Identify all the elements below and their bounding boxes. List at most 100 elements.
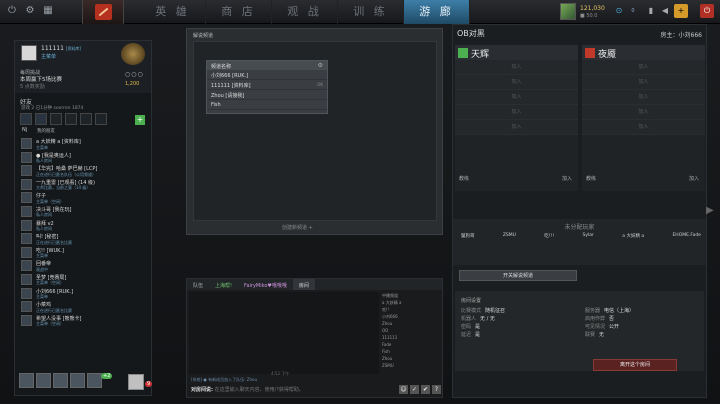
- chat-messages: [189, 292, 379, 374]
- avatar: [21, 233, 32, 245]
- player-name[interactable]: ZSMU: [503, 233, 516, 239]
- member-name[interactable]: 小刘666: [382, 313, 440, 320]
- avatar[interactable]: [19, 373, 34, 388]
- member-name[interactable]: a 大妖精 a: [382, 299, 440, 306]
- favorite-slot[interactable]: [65, 113, 77, 125]
- join-slot[interactable]: 加入: [455, 105, 578, 120]
- tab-arcade[interactable]: 游 廊: [404, 0, 470, 24]
- avatar[interactable]: [53, 373, 68, 388]
- tab-watch[interactable]: 观 战: [272, 0, 338, 24]
- plus-icon[interactable]: +: [674, 4, 688, 18]
- favorite-slot[interactable]: [80, 113, 92, 125]
- notification-icon[interactable]: ⊙: [612, 4, 626, 18]
- channel-row[interactable]: Fish: [207, 100, 327, 110]
- avatar[interactable]: [128, 374, 144, 390]
- help-icon[interactable]: ?: [432, 385, 441, 394]
- gear-icon[interactable]: ⚙: [24, 5, 36, 17]
- join-slot[interactable]: 加入: [582, 120, 705, 135]
- gold-count: 1,200: [125, 81, 140, 87]
- coach-join-button[interactable]: 加入: [689, 175, 699, 182]
- channel-row[interactable]: Zhou [请接我]: [207, 90, 327, 100]
- top-avatar[interactable]: [560, 3, 576, 20]
- chat-panel: 队伍 上海帮! FairyMiko♥哦哦哦 房间 中播频道 a 大妖精 a 吃!…: [186, 278, 443, 398]
- confirm-icon[interactable]: ✔: [421, 385, 430, 394]
- avatar[interactable]: [36, 373, 51, 388]
- favorite-slot[interactable]: [95, 113, 107, 125]
- menu-icon[interactable]: ▮: [644, 4, 658, 18]
- list-item[interactable]: 回番帝 观战中: [19, 259, 147, 273]
- join-slot[interactable]: 加入: [582, 105, 705, 120]
- player-name[interactable]: Sylar: [583, 233, 594, 239]
- list-item[interactable]: 决斗哥 [我在玩] 私人房间: [19, 205, 147, 219]
- list-item[interactable]: 暴拜 v2 私人房间: [19, 219, 147, 233]
- emoji-icon[interactable]: ☺: [399, 385, 408, 394]
- profile-card[interactable]: 111111 [资料库] 主菜单 每周挑战 本周赢下5场比赛 5 点数奖励 ○○…: [15, 41, 151, 93]
- member-name[interactable]: OO: [382, 327, 440, 334]
- create-channel-button[interactable]: 创建新频道 +: [282, 224, 313, 231]
- player-name[interactable]: 吃!!!: [544, 233, 554, 239]
- list-item[interactable]: 【华完】哈桑 萨巴赫 [LCP] 正在进行已匿名队伍（公用频道）: [19, 164, 147, 178]
- join-slot[interactable]: 加入: [582, 60, 705, 75]
- avatar[interactable]: [87, 373, 102, 388]
- chevron-right-icon[interactable]: ▶: [706, 205, 714, 216]
- join-slot[interactable]: 加入: [582, 90, 705, 105]
- member-name[interactable]: Fade: [382, 341, 440, 348]
- list-item[interactable]: 圣梦 [竞赛局] 主菜单（空闲）: [19, 273, 147, 287]
- member-name[interactable]: 中播频道: [382, 292, 440, 299]
- member-name[interactable]: Zhou: [382, 355, 440, 362]
- tab-learn[interactable]: 训 练: [338, 0, 404, 24]
- join-slot[interactable]: 加入: [582, 75, 705, 90]
- exit-icon[interactable]: ⏻: [6, 5, 18, 17]
- chat-tab-channel[interactable]: 上海帮!: [209, 279, 238, 290]
- list-item[interactable]: ● [我是奥运人] 私人房间: [19, 151, 147, 165]
- dashboard-icon[interactable]: ▦: [42, 5, 54, 17]
- chat-tab-party[interactable]: 队伍: [187, 279, 209, 290]
- avatar: [21, 260, 32, 272]
- coach-join-button[interactable]: 加入: [562, 175, 572, 182]
- join-slot[interactable]: 加入: [455, 75, 578, 90]
- join-slot[interactable]: 加入: [455, 120, 578, 135]
- dota-logo[interactable]: [82, 0, 124, 24]
- setting-server: 服务器 电信（上海）: [585, 308, 635, 314]
- player-name[interactable]: 鬣狗哥: [461, 233, 475, 239]
- member-name[interactable]: ZSMU: [382, 362, 440, 369]
- favorite-avatar[interactable]: [20, 113, 32, 125]
- toggle-broadcast-button[interactable]: 开关解说频道: [459, 270, 577, 281]
- list-item[interactable]: 叫! [秘密] 正在进行已匿名比赛: [19, 232, 147, 246]
- favorite-slot[interactable]: [50, 113, 62, 125]
- member-name[interactable]: Zhou: [382, 320, 440, 327]
- player-name[interactable]: a 大妖精 a: [622, 233, 644, 239]
- channel-row[interactable]: 小刘666 [RUK.]: [207, 70, 327, 80]
- member-name[interactable]: 吃!!: [382, 306, 440, 313]
- join-slot[interactable]: 加入: [455, 90, 578, 105]
- list-item[interactable]: 仔子 主菜单（空闲）: [19, 191, 147, 205]
- list-item[interactable]: 小刘666 [RUK.] 主菜单: [19, 287, 147, 301]
- avatar[interactable]: [21, 45, 37, 61]
- player-name[interactable]: EHOME.Fade: [672, 233, 700, 239]
- leave-lobby-button[interactable]: 离开这个房间: [593, 359, 677, 371]
- settings-icon[interactable]: ⚙: [318, 62, 323, 69]
- avatar[interactable]: [70, 373, 85, 388]
- chat-tab-lobby[interactable]: 房间: [292, 279, 315, 290]
- tab-heroes[interactable]: 英 雄: [140, 0, 206, 24]
- more-avatars-badge[interactable]: +2: [101, 373, 113, 379]
- tab-store[interactable]: 商 店: [206, 0, 272, 24]
- back-icon[interactable]: ◀: [658, 4, 672, 18]
- panel-title: 解说频道: [193, 33, 214, 39]
- member-name[interactable]: 111111: [382, 334, 440, 341]
- list-item[interactable]: a 大妖精 a [资料库] 主菜单: [19, 137, 147, 151]
- channel-row[interactable]: 111111 [资料库] OK: [207, 80, 327, 90]
- notification-count: 9: [145, 381, 153, 387]
- member-name[interactable]: Fish: [382, 348, 440, 355]
- list-item[interactable]: 吃!! [WUK.] 主菜单: [19, 246, 147, 260]
- list-item[interactable]: 小菜鸡 正在进行已匿名比赛: [19, 300, 147, 314]
- join-slot[interactable]: 加入: [455, 60, 578, 75]
- list-item[interactable]: 一九重雷 [已观看] (14 级) 大师比赛，当前之意（14 级）: [19, 178, 147, 192]
- add-friend-button[interactable]: +: [135, 115, 145, 125]
- list-item[interactable]: 希望人没事 [熊熊卡] 主菜单（空闲）: [19, 314, 147, 328]
- chat-tab-whisper[interactable]: FairyMiko♥哦哦哦: [238, 279, 293, 290]
- check-icon[interactable]: ✓: [410, 385, 419, 394]
- chat-input[interactable]: 对房间说: 在这里输入聊天内容，使用/?获得帮助。: [191, 386, 304, 393]
- power-icon[interactable]: ⏻: [700, 4, 714, 18]
- favorite-avatar[interactable]: [35, 113, 47, 125]
